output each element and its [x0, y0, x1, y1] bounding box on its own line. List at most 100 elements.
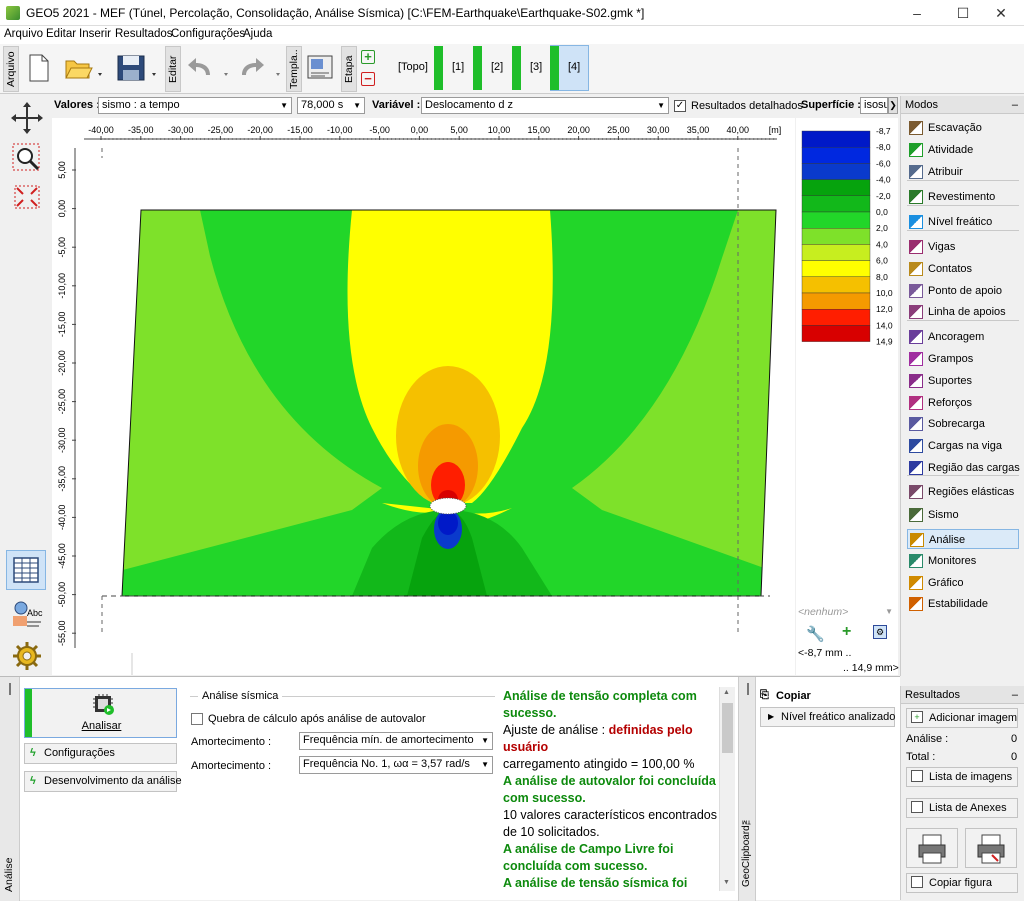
analyze-button[interactable]: Analisar [24, 688, 177, 738]
stage-2[interactable]: [2] [491, 54, 503, 80]
labels-icon[interactable]: Abc [6, 593, 46, 633]
pin-icon[interactable] [9, 683, 11, 695]
menu-configuracoes[interactable]: Configurações [171, 28, 245, 40]
mode-item-load-region[interactable]: Região das cargas [907, 458, 1020, 478]
mode-item-reinforcement[interactable]: Reforços [907, 393, 1019, 413]
remove-stage-icon[interactable]: − [361, 72, 375, 86]
y-tick-label: -35,00 [57, 466, 67, 492]
templates-tab[interactable]: Templa.. [286, 46, 302, 92]
menu-inserir[interactable]: Inserir [79, 28, 111, 40]
table-view-icon[interactable] [6, 550, 46, 590]
stage-3[interactable]: [3] [530, 54, 542, 80]
editar-tab[interactable]: Editar [165, 46, 181, 92]
legend-color-band [801, 130, 871, 148]
mode-item-elastic-regions[interactable]: Regiões elásticas [907, 482, 1019, 502]
mode-item-assign[interactable]: Atribuir [907, 162, 1019, 182]
legend-selector[interactable]: <nenhum> ▼ [798, 604, 895, 620]
mode-item-beams[interactable]: Vigas [907, 237, 1019, 257]
copy-figure-button[interactable]: Copiar figura [906, 873, 1018, 893]
open-folder-icon[interactable] [64, 53, 102, 81]
mode-item-graph[interactable]: Gráfico [907, 573, 1019, 593]
menu-arquivo[interactable]: Arquivo [4, 28, 43, 40]
analysis-messages: Análise de tensão completa com sucesso. A… [503, 688, 718, 888]
variavel-select[interactable]: Deslocamento d z ▼ [421, 97, 669, 114]
mode-item-point-support[interactable]: Ponto de apoio [907, 281, 1019, 301]
legend-color-band [801, 227, 871, 245]
analise-count-label: Análise : [906, 733, 949, 745]
annex-list-icon [911, 801, 923, 813]
mode-item-activity[interactable]: Atividade [907, 140, 1019, 160]
legend-level-label: 0,0 [876, 207, 888, 217]
stage-topo[interactable]: [Topo] [398, 54, 428, 80]
configurations-button[interactable]: ϟ Configurações [24, 743, 177, 764]
wrench-icon[interactable]: 🔧 [806, 625, 825, 643]
add-legend-icon[interactable]: + [842, 623, 851, 641]
water-table-analyzed-button[interactable]: ▶ Nível freático analizado [760, 707, 895, 727]
displacement-contour-plot[interactable]: -40,00 -35,00 -30,00 -25,00 -20,00 -15,00 -10,… [52, 118, 795, 675]
stage-4[interactable]: [4] [568, 54, 580, 80]
time-select[interactable]: 78,000 s ▼ [297, 97, 365, 114]
pin-icon[interactable] [747, 683, 749, 695]
menu-ajuda[interactable]: Ajuda [243, 28, 272, 40]
eigen-break-checkbox[interactable] [191, 713, 203, 725]
mode-item-water-table[interactable]: Nível freático [907, 212, 1019, 232]
mode-item-contacts[interactable]: Contatos [907, 259, 1019, 279]
analysis-development-button[interactable]: ϟ Desenvolvimento da análise [24, 771, 182, 792]
damping1-select[interactable]: Frequência mín. de amortecimento ▼ [299, 732, 493, 750]
mode-item-label: Vigas [928, 241, 956, 253]
mode-item-line-support[interactable]: Linha de apoios [907, 302, 1019, 322]
damping2-select[interactable]: Frequência No. 1, ωα = 3,57 rad/s ▼ [299, 756, 493, 774]
mode-item-excavation[interactable]: Escavação [907, 118, 1019, 138]
legend-settings-icon[interactable]: ⚙ [873, 625, 887, 639]
model-canvas[interactable]: -40,00 -35,00 -30,00 -25,00 -20,00 -15,00 -10,… [52, 118, 795, 675]
etapa-tab[interactable]: Etapa [341, 46, 357, 92]
print-button[interactable] [906, 828, 958, 868]
menu-bar: Arquivo Editar Inserir Resultados Config… [0, 26, 1024, 44]
mode-item-lining[interactable]: Revestimento [907, 187, 1019, 207]
mode-item-stability[interactable]: Estabilidade [907, 594, 1019, 614]
arquivo-tab[interactable]: Arquivo [3, 46, 19, 92]
messages-scrollbar[interactable]: ▲ ▼ [719, 687, 735, 891]
window-title: GEO5 2021 - MEF (Túnel, Percolação, Cons… [26, 6, 645, 20]
detailed-results-checkbox[interactable]: ✓ [674, 100, 686, 112]
analysis-side-strip: Análise [0, 677, 20, 901]
results-options-bar: Valores : sismo : a tempo ▼ 78,000 s ▼ Var… [52, 95, 898, 117]
valores-select[interactable]: sismo : a tempo ▼ [98, 97, 292, 114]
add-image-button[interactable]: + Adicionar imagem [906, 708, 1018, 728]
mode-item-beam-loads[interactable]: Cargas na viga [907, 436, 1019, 456]
zoom-extents-icon[interactable] [6, 177, 46, 217]
undo-icon[interactable] [186, 53, 228, 81]
title-bar: GEO5 2021 - MEF (Túnel, Percolação, Cons… [0, 0, 1024, 26]
move-pan-icon[interactable] [6, 97, 46, 137]
settings-gear-icon[interactable] [6, 635, 46, 675]
mode-item-monitors[interactable]: Monitores [907, 551, 1019, 571]
superficie-select[interactable]: isosu [860, 97, 888, 114]
print-preview-button[interactable] [965, 828, 1017, 868]
geoclipboard-tab[interactable]: GeoClipboard™ [740, 807, 756, 895]
templates-icon[interactable] [305, 53, 333, 81]
minimize-button[interactable]: – [894, 0, 940, 26]
stage-1[interactable]: [1] [452, 54, 464, 80]
x-tick-label: 0,00 [411, 125, 429, 135]
legend-level-label: 2,0 [876, 223, 888, 233]
mode-item-surcharge[interactable]: Sobrecarga [907, 414, 1019, 434]
mode-item-label: Reforços [928, 397, 973, 409]
mode-item-analysis[interactable]: Análise [907, 529, 1019, 549]
zoom-icon[interactable] [6, 137, 46, 177]
menu-resultados[interactable]: Resultados [115, 28, 173, 40]
redo-icon[interactable] [238, 53, 280, 81]
close-button[interactable]: ✕ [978, 0, 1024, 26]
menu-editar[interactable]: Editar [46, 28, 76, 40]
mode-item-anchor[interactable]: Ancoragem [907, 327, 1019, 347]
image-list-button[interactable]: Lista de imagens [906, 767, 1018, 787]
mode-item-props[interactable]: Suportes [907, 371, 1019, 391]
add-stage-icon[interactable]: + [361, 50, 375, 64]
new-file-icon[interactable] [26, 53, 52, 82]
mode-item-nails[interactable]: Grampos [907, 349, 1019, 369]
annex-list-button[interactable]: Lista de Anexes [906, 798, 1018, 818]
save-icon[interactable] [116, 53, 156, 81]
scroll-right-icon[interactable]: ❯ [888, 97, 898, 114]
mode-item-earthquake[interactable]: Sismo [907, 505, 1019, 525]
mode-item-label: Gráfico [928, 577, 964, 589]
analysis-side-tab[interactable]: Análise [2, 855, 18, 895]
